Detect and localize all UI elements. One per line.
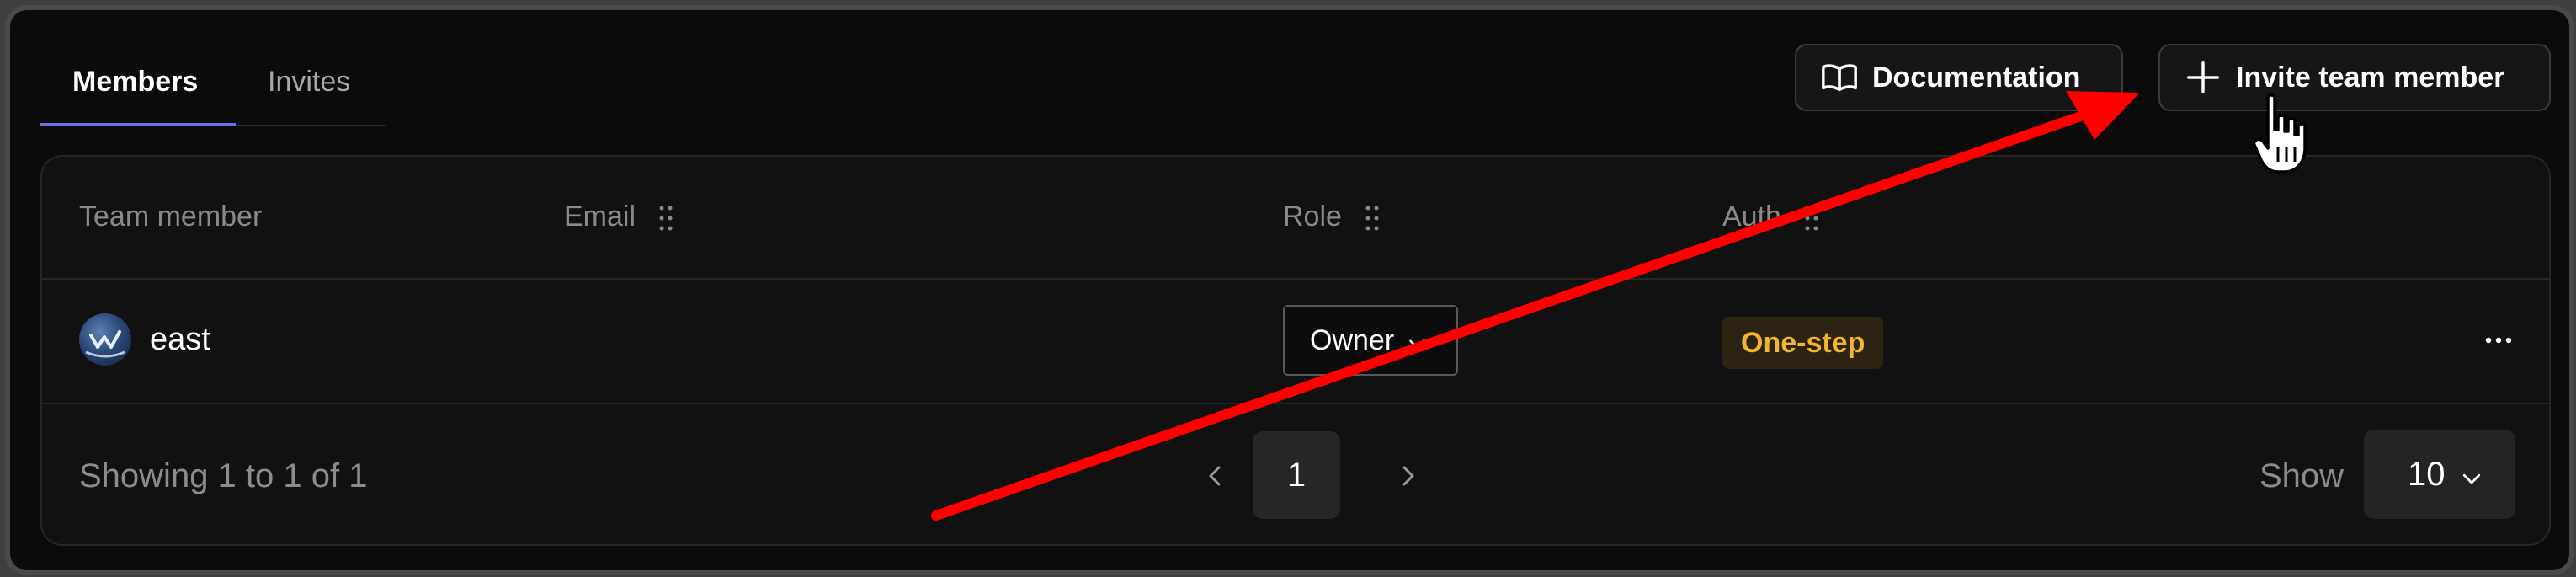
documentation-label: Documentation <box>1872 61 2081 93</box>
role-select[interactable]: Owner <box>1283 305 1458 376</box>
column-header-role: Role <box>1283 195 1381 238</box>
active-tab-indicator <box>40 123 236 126</box>
table-footer: Showing 1 to 1 of 1 1 Show 10 <box>42 404 2549 546</box>
tab-members[interactable]: Members <box>72 61 198 120</box>
invite-team-member-label: Invite team member <box>2236 61 2505 93</box>
table-header: Team member Email Role Auth <box>42 157 2549 280</box>
page-size-select[interactable]: 10 <box>2364 430 2515 519</box>
column-label: Role <box>1283 200 1342 232</box>
page-size-label: Show <box>2259 457 2344 494</box>
drag-handle-icon[interactable] <box>1803 202 1820 231</box>
page-size-value: 10 <box>2408 455 2446 493</box>
tab-invites[interactable]: Invites <box>268 61 350 120</box>
invite-team-member-button[interactable]: Invite team member <box>2158 44 2551 111</box>
chevron-down-icon <box>1406 329 1428 351</box>
column-header-auth: Auth <box>1722 195 1820 238</box>
tab-bar: Members Invites <box>40 52 386 126</box>
column-header-email: Email <box>564 195 674 238</box>
more-options-icon[interactable] <box>2473 317 2524 364</box>
column-label: Auth <box>1722 200 1781 232</box>
auth-badge: One-step <box>1722 317 1884 369</box>
member-name: east <box>150 322 210 357</box>
column-label: Team member <box>79 200 263 232</box>
pagination-summary: Showing 1 to 1 of 1 <box>79 457 368 494</box>
chevron-left-icon[interactable] <box>1197 455 1234 497</box>
book-open-icon <box>1820 58 1859 97</box>
drag-handle-icon[interactable] <box>657 202 674 231</box>
drag-handle-icon[interactable] <box>1364 202 1381 231</box>
table-row: east Owner One-step <box>42 280 2549 404</box>
page-button-current[interactable]: 1 <box>1253 431 1340 519</box>
members-table: Team member Email Role Auth east Owner O… <box>40 155 2551 546</box>
avatar <box>79 313 131 366</box>
chevron-down-icon <box>2459 462 2484 487</box>
column-label: Email <box>564 200 636 232</box>
column-header-team-member: Team member <box>79 195 262 238</box>
app-frame: Members Invites Documentation Invite tea… <box>5 5 2574 575</box>
chevron-right-icon[interactable] <box>1389 455 1426 497</box>
documentation-button[interactable]: Documentation <box>1795 44 2123 111</box>
role-value: Owner <box>1310 323 1395 356</box>
plus-icon <box>2184 58 2222 97</box>
